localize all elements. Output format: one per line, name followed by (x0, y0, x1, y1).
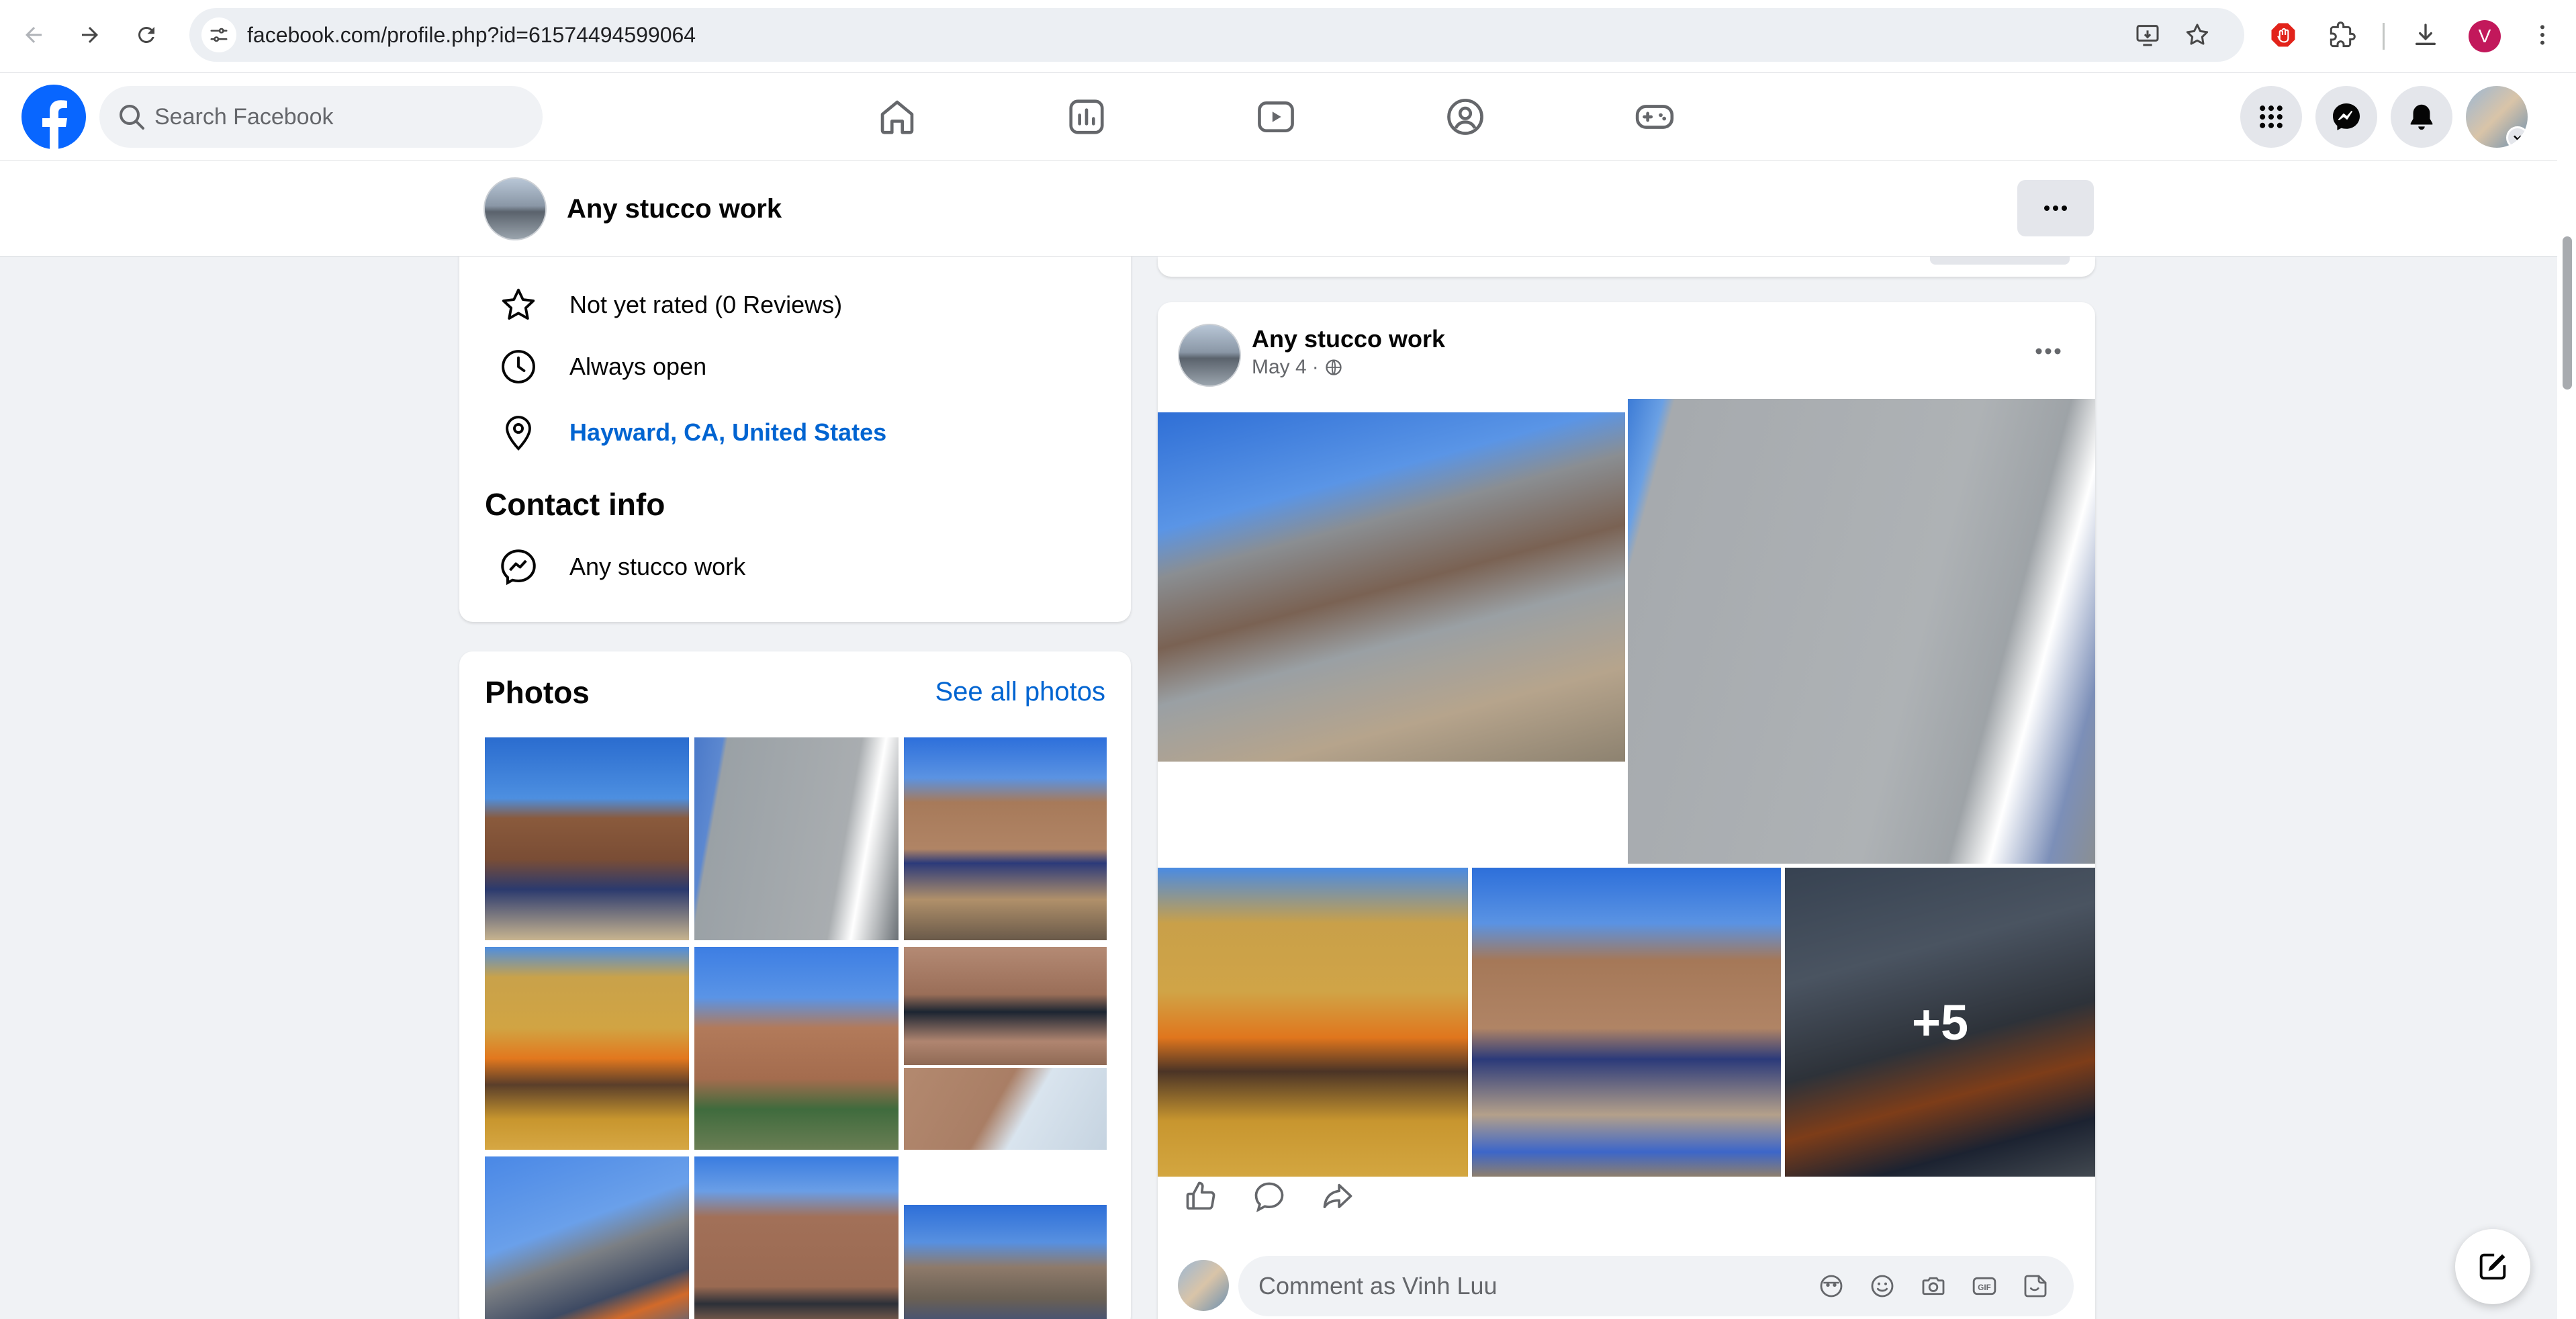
post-photo[interactable] (1472, 868, 1781, 1177)
page-avatar[interactable] (484, 177, 547, 240)
photo-thumbnail[interactable] (904, 947, 1107, 1065)
commenter-avatar[interactable] (1178, 1260, 1229, 1311)
post-card: Any stucco work May 4 · +5 Comment as Vi… (1158, 302, 2095, 1319)
post-photo[interactable] (1158, 868, 1468, 1177)
contact-messenger-row[interactable]: Any stucco work (497, 540, 745, 594)
bookmark-star-icon[interactable] (2181, 19, 2213, 51)
svg-text:GIF: GIF (1978, 1283, 1990, 1292)
comment-icon[interactable] (1248, 1175, 1291, 1218)
contact-info-heading: Contact info (485, 487, 665, 522)
photo-thumbnail[interactable] (485, 1156, 689, 1319)
post-meta: May 4 · (1252, 356, 1343, 379)
url-text[interactable]: facebook.com/profile.php?id=615744945990… (247, 8, 696, 62)
post-date[interactable]: May 4 (1252, 356, 1307, 379)
see-all-photos-link[interactable]: See all photos (935, 677, 1105, 707)
gif-icon[interactable]: GIF (1969, 1271, 2000, 1302)
photo-thumbnail[interactable] (694, 737, 899, 940)
camera-icon[interactable] (1918, 1271, 1949, 1302)
rating-row: Not yet rated (0 Reviews) (497, 278, 842, 332)
browser-toolbar: facebook.com/profile.php?id=615744945990… (0, 0, 2576, 73)
downloads-icon[interactable] (2405, 15, 2446, 55)
menu-grid-icon[interactable] (2240, 86, 2302, 148)
post-author-name[interactable]: Any stucco work (1252, 325, 1445, 353)
browser-profile-avatar[interactable]: V (2469, 20, 2501, 52)
extensions-puzzle-icon[interactable] (2322, 15, 2362, 55)
photo-thumbnail[interactable] (904, 1205, 1107, 1319)
scrollbar-thumb[interactable] (2563, 236, 2572, 390)
photo-thumbnail[interactable] (485, 947, 689, 1150)
comment-composer[interactable]: GIF (1238, 1256, 2074, 1316)
page-scrollbar[interactable] (2557, 73, 2576, 1319)
location-link[interactable]: Hayward, CA, United States (569, 418, 886, 447)
like-icon[interactable] (1179, 1175, 1222, 1218)
page-title[interactable]: Any stucco work (567, 161, 782, 257)
facebook-logo-icon[interactable] (21, 85, 86, 149)
rating-text: Not yet rated (0 Reviews) (569, 291, 843, 318)
page-more-options-icon[interactable] (2017, 180, 2094, 236)
toolbar-divider (2383, 23, 2385, 50)
post-photo[interactable] (1158, 412, 1625, 762)
photo-thumbnail[interactable] (904, 737, 1107, 940)
location-pin-icon (497, 411, 540, 454)
star-icon (497, 283, 540, 326)
page-sticky-header: Any stucco work (0, 161, 2576, 257)
hours-text: Always open (569, 353, 707, 380)
post-author-avatar[interactable] (1178, 324, 1241, 387)
messenger-icon[interactable] (2315, 86, 2377, 148)
photo-thumbnail[interactable] (485, 737, 689, 940)
post-photo-more[interactable]: +5 (1785, 868, 2095, 1177)
forward-icon[interactable] (68, 13, 111, 56)
photos-card: Photos See all photos (459, 651, 1131, 1319)
post-options-icon[interactable] (2028, 334, 2068, 368)
notifications-icon[interactable] (2391, 86, 2452, 148)
site-info-icon[interactable] (201, 17, 236, 52)
post-photo[interactable] (1628, 399, 2095, 864)
groups-icon[interactable] (1432, 83, 1499, 150)
sticker-icon[interactable] (2020, 1271, 2051, 1302)
previous-post-button[interactable] (1930, 257, 2070, 265)
reload-icon[interactable] (125, 13, 168, 56)
install-app-icon[interactable] (2131, 19, 2164, 51)
back-icon[interactable] (12, 13, 55, 56)
photo-thumbnail[interactable] (694, 947, 899, 1150)
comment-input[interactable] (1258, 1256, 1796, 1316)
search-icon (120, 105, 144, 130)
compose-icon (2475, 1249, 2510, 1284)
browser-menu-icon[interactable] (2522, 15, 2563, 55)
avatar-sticker-icon[interactable] (1816, 1271, 1847, 1302)
photo-thumbnail[interactable] (694, 1156, 899, 1319)
photos-heading: Photos (485, 675, 590, 710)
chevron-down-icon (2506, 126, 2528, 148)
globe-icon (1324, 358, 1343, 377)
address-bar[interactable]: facebook.com/profile.php?id=615744945990… (189, 8, 2244, 62)
clock-icon (497, 345, 540, 388)
facebook-header (0, 73, 2576, 161)
gaming-icon[interactable] (1621, 83, 1688, 150)
home-icon[interactable] (864, 83, 931, 150)
messenger-outline-icon (497, 545, 540, 588)
new-message-button[interactable] (2455, 1229, 2530, 1304)
extension-adblock-icon[interactable] (2263, 15, 2303, 55)
location-row[interactable]: Hayward, CA, United States (497, 406, 886, 459)
more-photos-count[interactable]: +5 (1785, 868, 2095, 1177)
video-icon[interactable] (1242, 83, 1309, 150)
feeds-icon[interactable] (1053, 83, 1120, 150)
account-avatar[interactable] (2466, 86, 2528, 148)
previous-post-bottom (1158, 257, 2095, 277)
intro-card: Not yet rated (0 Reviews) Always open Ha… (459, 222, 1131, 622)
search-input[interactable] (154, 86, 517, 148)
facebook-search[interactable] (99, 86, 543, 148)
photo-thumbnail[interactable] (904, 1068, 1107, 1150)
hours-row: Always open (497, 340, 706, 394)
contact-messenger-text[interactable]: Any stucco work (569, 553, 745, 581)
share-icon[interactable] (1316, 1175, 1359, 1218)
emoji-icon[interactable] (1867, 1271, 1898, 1302)
meta-separator: · (1312, 356, 1319, 378)
